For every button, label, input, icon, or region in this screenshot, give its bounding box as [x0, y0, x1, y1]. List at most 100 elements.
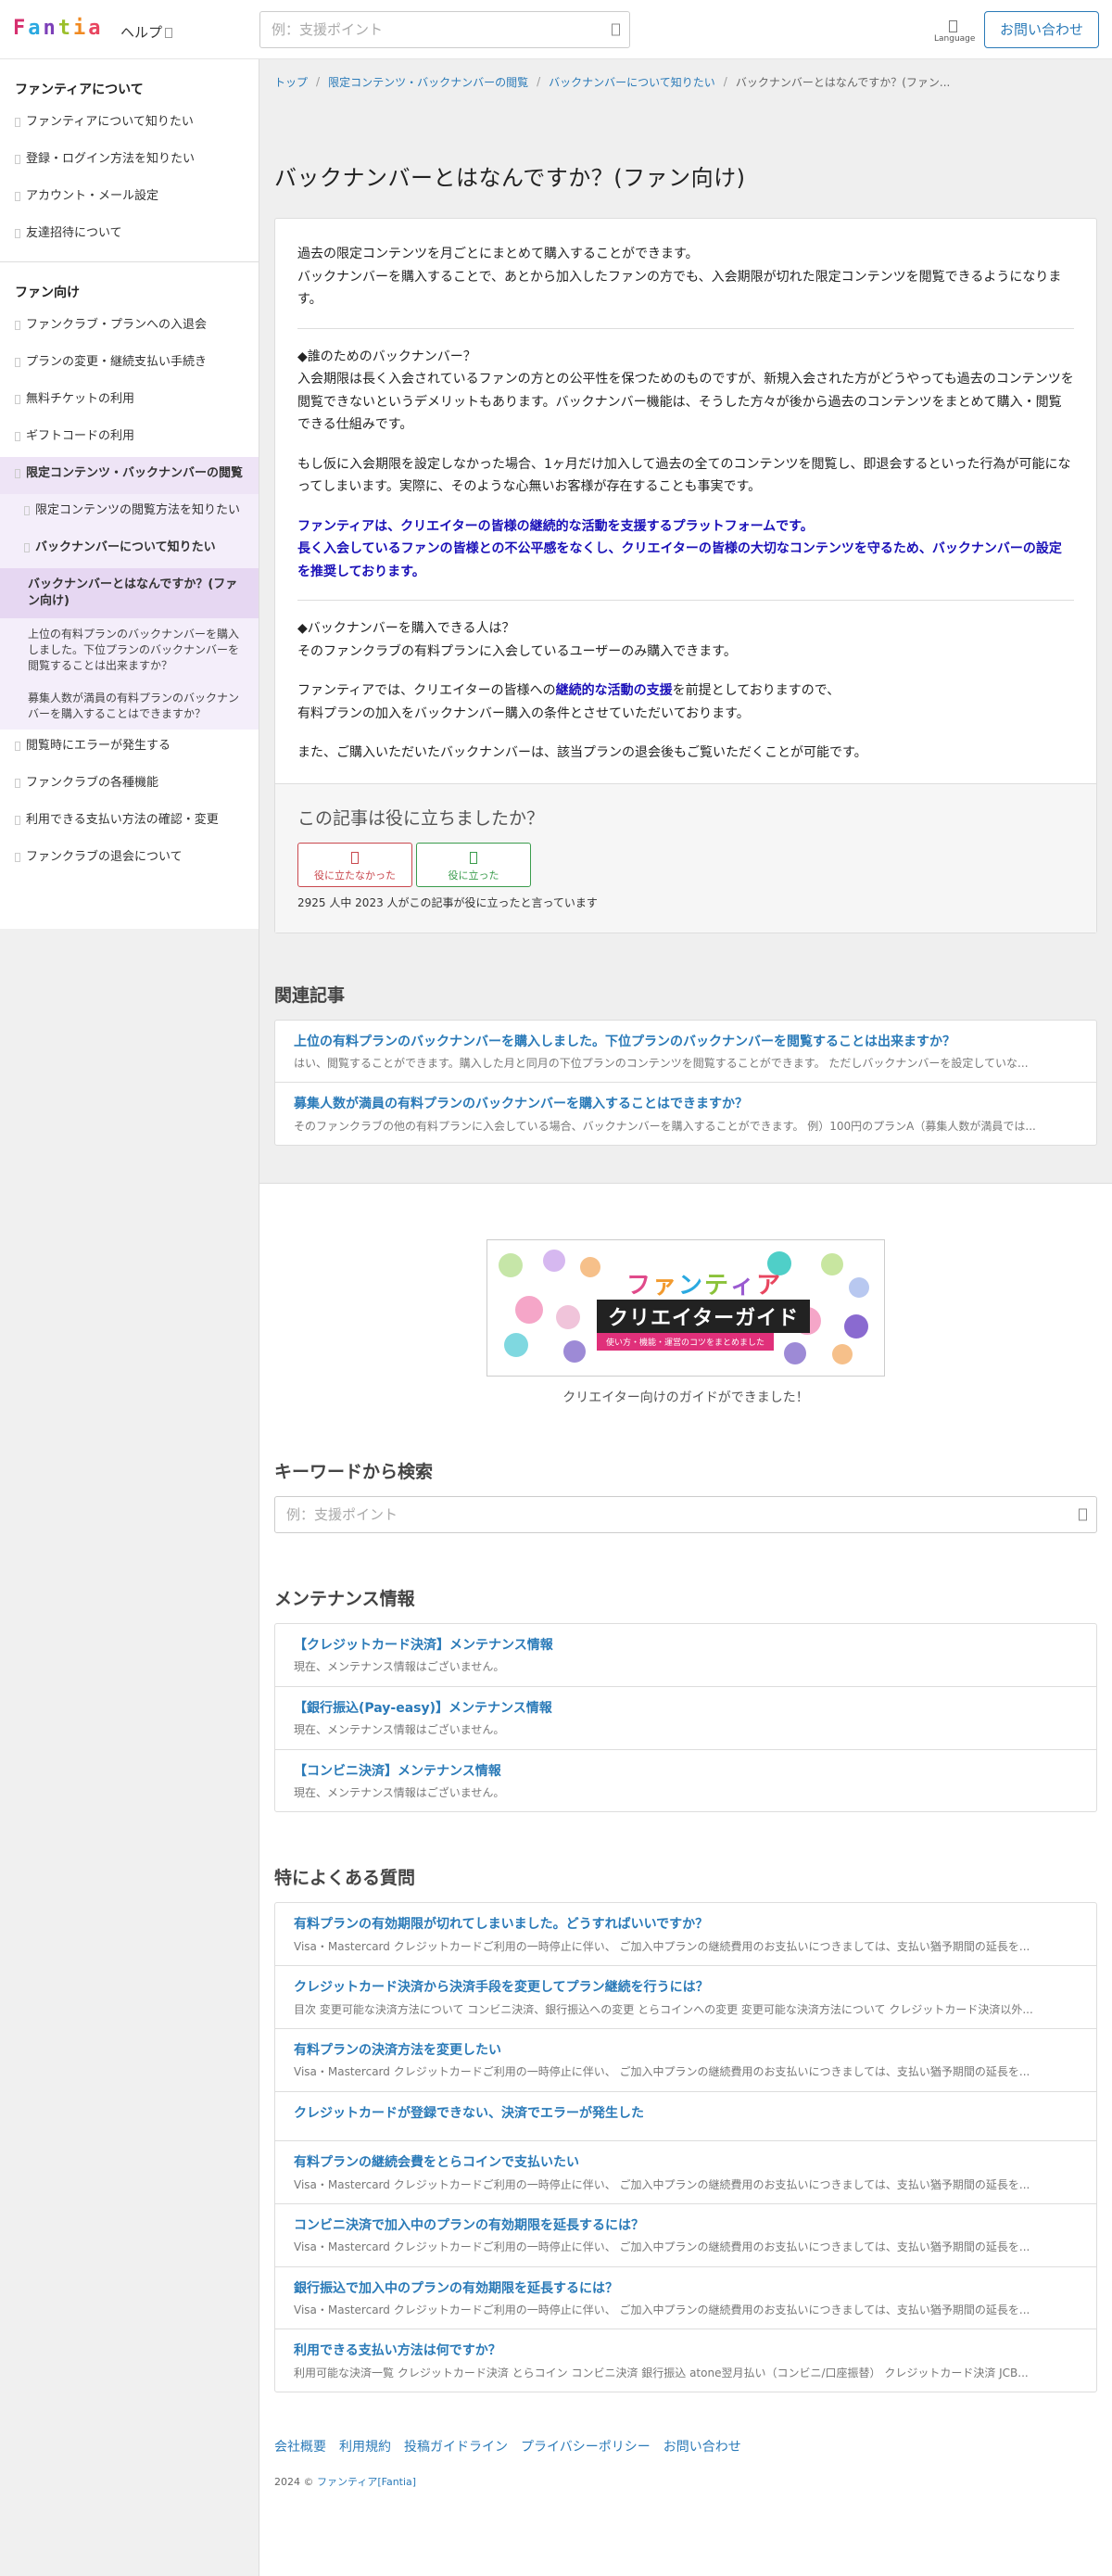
maintenance-title: メンテナンス情報	[274, 1589, 415, 1610]
faq-link[interactable]: コンビニ決済で加入中のプランの有効期限を延長するには？	[294, 2215, 1078, 2236]
sidebar-item[interactable]: ギフトコードの利用	[0, 420, 259, 457]
sidebar-item[interactable]: ファンクラブの退会について	[0, 841, 259, 878]
page-icon	[15, 192, 20, 201]
footer-link-terms[interactable]: 利用規約	[339, 2437, 391, 2455]
article-paragraph: ファンティアでは、クリエイターの皆様への継続的な活動の支援を前提としておりますの…	[297, 679, 1074, 725]
list-item: 【コンビニ決済】メンテナンス情報 現在、メンテナンス情報はございません。	[275, 1750, 1096, 1812]
footer-link-guidelines[interactable]: 投稿ガイドライン	[404, 2437, 508, 2455]
sidebar-nav[interactable]: ファンティアについて ファンティアについて知りたい 登録・ログイン方法を知りたい…	[0, 59, 259, 929]
emphasis-text: 継続的な活動の支援	[555, 683, 673, 698]
button-label: 役に立たなかった	[314, 869, 396, 882]
sidebar-heading: ファン向け	[15, 286, 80, 300]
logo-letter: a	[28, 17, 42, 40]
banner-title-letter: フ	[626, 1272, 653, 1301]
search-icon[interactable]	[1079, 1508, 1087, 1521]
article-paragraph: また、ご購入いただいたバックナンバーは、該当プランの退会後もご覧いただくことが可…	[297, 745, 867, 760]
article-subheading: ◆バックナンバーを購入できる人は？	[297, 621, 515, 636]
faq-link[interactable]: 銀行振込で加入中のプランの有効期限を延長するには？	[294, 2278, 1078, 2299]
sidebar-subsubitem[interactable]: 募集人数が満員の有料プランのバックナンバーを購入することはできますか？	[0, 681, 259, 730]
faq-link[interactable]: 有料プランの継続会費をとらコインで支払いたい	[294, 2152, 1078, 2173]
breadcrumb-link[interactable]: 限定コンテンツ・バックナンバーの閲覧	[328, 74, 528, 90]
sidebar: ファンティアについて ファンティアについて知りたい 登録・ログイン方法を知りたい…	[0, 59, 259, 2576]
not-helpful-button[interactable]: 役に立たなかった	[297, 842, 412, 887]
faq-list: 有料プランの有効期限が切れてしまいました。どうすればいいですか？ Visa・Ma…	[274, 1902, 1097, 2393]
decorative-character	[499, 1253, 523, 1278]
list-item: 【銀行振込(Pay-easy)】メンテナンス情報 現在、メンテナンス情報はござい…	[275, 1687, 1096, 1750]
footer-link-company[interactable]: 会社概要	[274, 2437, 326, 2455]
sidebar-item-limited-content[interactable]: 限定コンテンツ・バックナンバーの閲覧	[0, 457, 259, 494]
article-text: 入会期限は長く入会されているファンの方との公平性を保つためのものですが、新規入会…	[297, 372, 1074, 432]
sidebar-item[interactable]: 友達招待について	[0, 217, 259, 254]
copyright-text: 2024 ©	[274, 2476, 317, 2489]
sidebar-subsubitem[interactable]: 上位の有料プランのバックナンバーを購入しました。下位プランのバックナンバーを閲覧…	[0, 618, 259, 682]
article-snippet: Visa・Mastercard クレジットカードご利用の一時停止に伴い、 ご加入…	[294, 1939, 1030, 1953]
sidebar-section-about: ファンティアについて ファンティアについて知りたい 登録・ログイン方法を知りたい…	[0, 59, 259, 262]
page-icon	[15, 155, 20, 164]
language-switcher[interactable]: Language	[934, 20, 975, 44]
contact-button[interactable]: お問い合わせ	[984, 11, 1099, 48]
help-link[interactable]: ヘルプ	[120, 22, 173, 42]
sidebar-item[interactable]: 利用できる支払い方法の確認・変更	[0, 804, 259, 841]
creator-guide-banner: ファンティア クリエイターガイド 使い方・機能・運営のコツをまとめました クリエ…	[274, 1239, 1097, 1406]
related-articles-list: 上位の有料プランのバックナンバーを購入しました。下位プランのバックナンバーを閲覧…	[274, 1019, 1097, 1147]
related-article-link[interactable]: 募集人数が満員の有料プランのバックナンバーを購入することはできますか？	[294, 1094, 1078, 1114]
footer-link-contact[interactable]: お問い合わせ	[663, 2437, 741, 2455]
sidebar-subitem-backnumber[interactable]: バックナンバーについて知りたい	[0, 531, 259, 568]
sidebar-item[interactable]: アカウント・メール設定	[0, 180, 259, 217]
maintenance-link[interactable]: 【クレジットカード決済】メンテナンス情報	[294, 1635, 1078, 1656]
faq-link[interactable]: 有料プランの有効期限が切れてしまいました。どうすればいいですか？	[294, 1914, 1078, 1935]
sidebar-item-label: プランの変更・継続支払い手続き	[26, 355, 208, 369]
banner-title: ファンティア	[626, 1266, 782, 1301]
feedback-buttons: 役に立たなかった 役に立った	[297, 842, 1074, 887]
related-article-link[interactable]: 上位の有料プランのバックナンバーを購入しました。下位プランのバックナンバーを閲覧…	[294, 1032, 1078, 1052]
article-text: そのファンクラブの有料プランに入会しているユーザーのみ購入できます。	[297, 643, 737, 659]
emphasis-text: ファンティアは、クリエイターの皆様の継続的な活動を支援するプラットフォームです。	[297, 518, 814, 534]
decorative-character	[563, 1340, 586, 1364]
sidebar-item[interactable]: 登録・ログイン方法を知りたい	[0, 143, 259, 180]
faq-link[interactable]: 有料プランの決済方法を変更したい	[294, 2040, 1078, 2061]
faq-link[interactable]: クレジットカードが登録できない、決済でエラーが発生した	[294, 2103, 1078, 2124]
sidebar-subitem[interactable]: 限定コンテンツの閲覧方法を知りたい	[0, 494, 259, 531]
maintenance-link[interactable]: 【コンビニ決済】メンテナンス情報	[294, 1761, 1078, 1782]
page-icon	[15, 853, 20, 863]
breadcrumb-link[interactable]: バックナンバーについて知りたい	[549, 74, 715, 90]
helpful-button[interactable]: 役に立った	[416, 842, 531, 887]
sidebar-item-label: ファンクラブの退会について	[26, 850, 183, 865]
sidebar-item-label: ギフトコードの利用	[26, 429, 135, 443]
article-subheading: ◆誰のためのバックナンバー？	[297, 349, 476, 364]
sidebar-item[interactable]: ファンクラブ・プランへの入退会	[0, 309, 259, 346]
thumbs-up-icon	[470, 852, 477, 864]
sidebar-item[interactable]: 無料チケットの利用	[0, 383, 259, 420]
sidebar-item[interactable]: プランの変更・継続支払い手続き	[0, 346, 259, 383]
article-snippet: 目次 変更可能な決済方法について コンビニ決済、銀行振込への変更 とらコインへの…	[294, 2002, 1033, 2016]
keyword-search-input[interactable]	[275, 1497, 1096, 1533]
article-snippet: 現在、メンテナンス情報はございません。	[294, 1660, 505, 1674]
search-input[interactable]	[260, 12, 629, 47]
decorative-character	[821, 1253, 843, 1276]
article-paragraph: もし仮に入会期限を設定しなかった場合、1ヶ月だけ加入して過去の全てのコンテンツを…	[297, 456, 1071, 495]
sidebar-item[interactable]: 閲覧時にエラーが発生する	[0, 730, 259, 767]
sidebar-item-current[interactable]: バックナンバーとはなんですか？(ファン向け)	[0, 568, 259, 619]
copyright-link[interactable]: ファンティア[Fantia]	[317, 2476, 416, 2488]
article-text: を前提としておりますので、	[672, 683, 840, 698]
maintenance-link[interactable]: 【銀行振込(Pay-easy)】メンテナンス情報	[294, 1698, 1078, 1719]
fantia-logo[interactable]: Fantia	[13, 17, 102, 40]
breadcrumb-link[interactable]: トップ	[274, 74, 308, 90]
creator-guide-banner-link[interactable]: ファンティア クリエイターガイド 使い方・機能・運営のコツをまとめました	[486, 1239, 885, 1377]
faq-link[interactable]: クレジットカード決済から決済手段を変更してプラン継続を行うには？	[294, 1977, 1078, 1998]
page-icon	[15, 779, 20, 789]
sidebar-item[interactable]: ファンクラブの各種機能	[0, 767, 259, 804]
faq-link[interactable]: 利用できる支払い方法は何ですか？	[294, 2341, 1078, 2361]
list-item: 有料プランの有効期限が切れてしまいました。どうすればいいですか？ Visa・Ma…	[275, 1903, 1096, 1967]
search-icon[interactable]	[612, 23, 620, 36]
sidebar-item[interactable]: ファンティアについて知りたい	[0, 106, 259, 143]
decorative-character	[580, 1257, 600, 1278]
breadcrumb-separator: /	[316, 75, 321, 88]
decorative-character	[543, 1250, 565, 1273]
logo-letter: F	[13, 17, 27, 40]
decorative-character	[832, 1344, 853, 1365]
footer-link-privacy[interactable]: プライバシーポリシー	[521, 2437, 651, 2455]
maintenance-list: 【クレジットカード決済】メンテナンス情報 現在、メンテナンス情報はございません。…	[274, 1623, 1097, 1813]
header-search	[259, 11, 630, 48]
globe-icon	[948, 20, 957, 32]
